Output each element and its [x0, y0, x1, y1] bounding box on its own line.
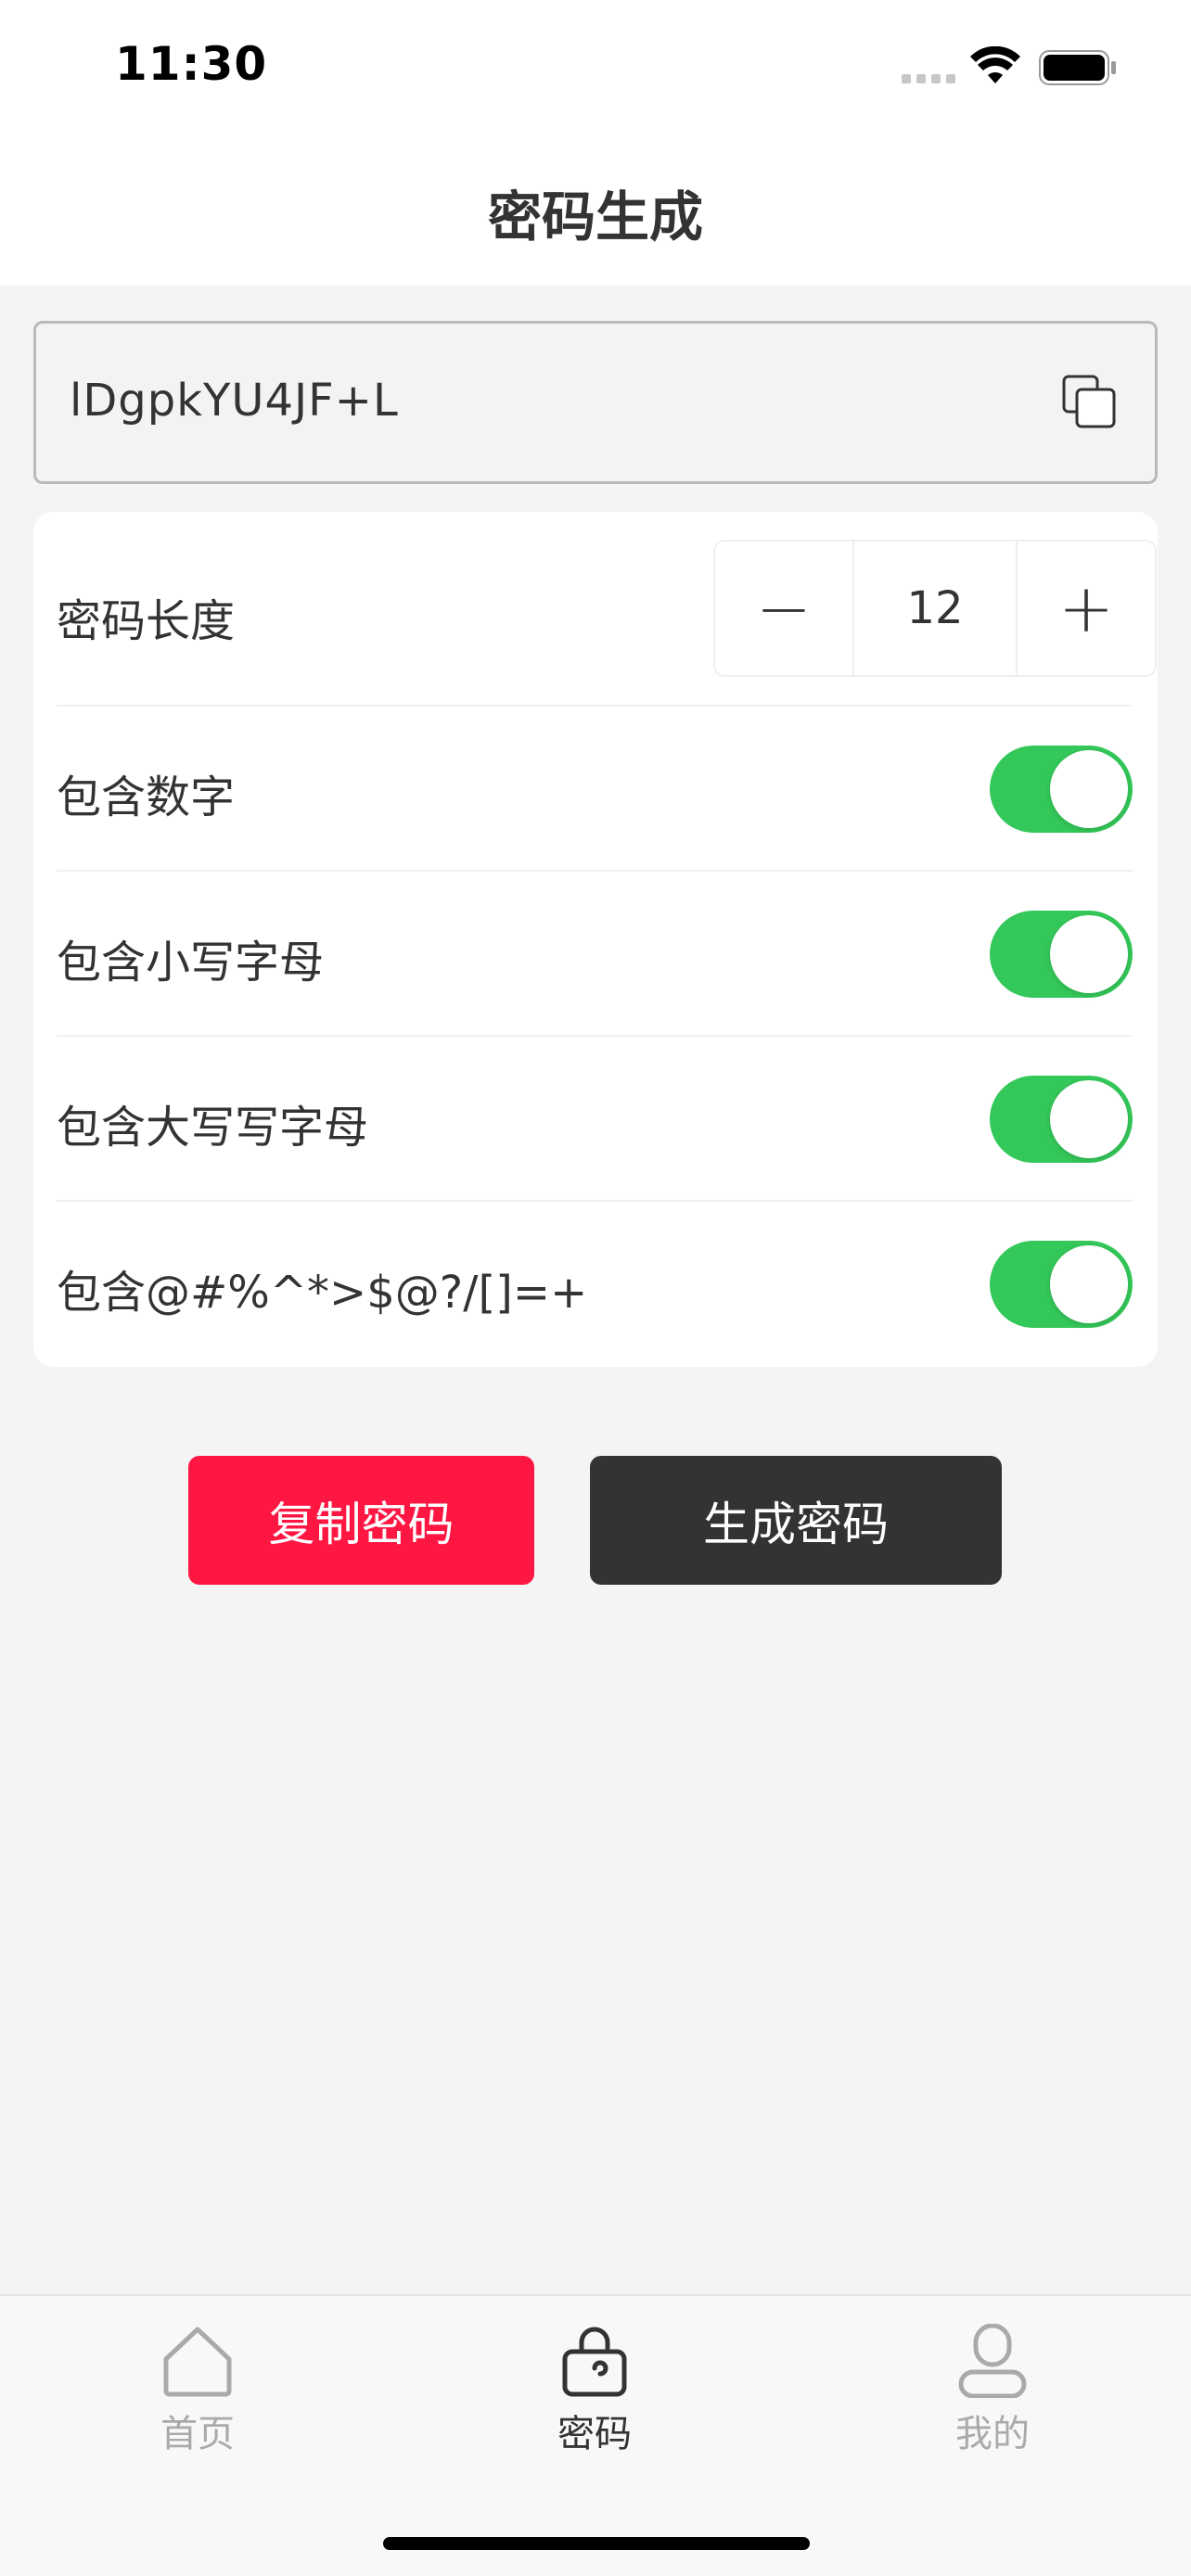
password-display: lDgpkYU4JF+L: [33, 321, 1158, 484]
uppercase-toggle[interactable]: [990, 1076, 1133, 1163]
toggle-knob: [1050, 915, 1128, 993]
toggle-knob: [1050, 1080, 1128, 1158]
lock-icon: [562, 2327, 627, 2397]
digits-toggle[interactable]: [990, 746, 1133, 833]
lowercase-toggle[interactable]: [990, 911, 1133, 998]
toggle-label: 包含@#%^*>$@?/[]=+: [57, 1267, 588, 1319]
tab-home[interactable]: 首页: [105, 2324, 290, 2457]
tab-label: 首页: [160, 2413, 235, 2455]
toggle-row-lowercase: 包含小写字母: [57, 872, 1133, 1037]
toggle-row-digits: 包含数字: [57, 707, 1133, 872]
copy-password-button[interactable]: 复制密码: [188, 1456, 534, 1585]
cellular-signal-icon: [902, 74, 957, 83]
increment-button[interactable]: +: [1018, 542, 1155, 675]
toggle-label: 包含小写字母: [57, 937, 325, 988]
status-bar: 11:30: [0, 0, 1191, 134]
password-value: lDgpkYU4JF+L: [70, 375, 399, 427]
toggle-knob: [1050, 750, 1128, 828]
length-stepper: − 12 +: [713, 540, 1157, 677]
tab-label: 密码: [557, 2413, 632, 2455]
decrement-button[interactable]: −: [715, 542, 852, 675]
person-icon: [958, 2324, 1027, 2398]
toggle-knob: [1050, 1245, 1128, 1323]
wifi-icon: [970, 46, 1020, 83]
generate-password-button[interactable]: 生成密码: [590, 1456, 1002, 1585]
copy-icon[interactable]: [1062, 375, 1118, 430]
page-title: 密码生成: [487, 185, 703, 249]
tab-password[interactable]: 密码: [502, 2324, 687, 2457]
symbols-toggle[interactable]: [990, 1241, 1133, 1328]
tab-bar: 首页 密码 我的: [0, 2294, 1191, 2576]
toggle-row-uppercase: 包含大写写字母: [57, 1037, 1133, 1202]
battery-icon: [1039, 50, 1116, 85]
tab-me[interactable]: 我的: [900, 2324, 1085, 2457]
length-row: 密码长度 − 12 +: [57, 512, 1157, 707]
length-value: 12: [852, 542, 1018, 675]
length-label: 密码长度: [57, 595, 236, 647]
toggle-label: 包含大写写字母: [57, 1102, 369, 1154]
nav-bar: 密码生成: [0, 134, 1191, 286]
settings-card: 密码长度 − 12 + 包含数字 包含小写字母 包含大写写字母 包含@#%^*>…: [33, 512, 1158, 1367]
home-icon: [163, 2327, 232, 2397]
status-time: 11:30: [115, 37, 268, 91]
toggle-label: 包含数字: [57, 772, 236, 823]
tab-label: 我的: [955, 2413, 1030, 2455]
toggle-row-symbols: 包含@#%^*>$@?/[]=+: [57, 1202, 1133, 1367]
home-indicator[interactable]: [383, 2537, 810, 2550]
